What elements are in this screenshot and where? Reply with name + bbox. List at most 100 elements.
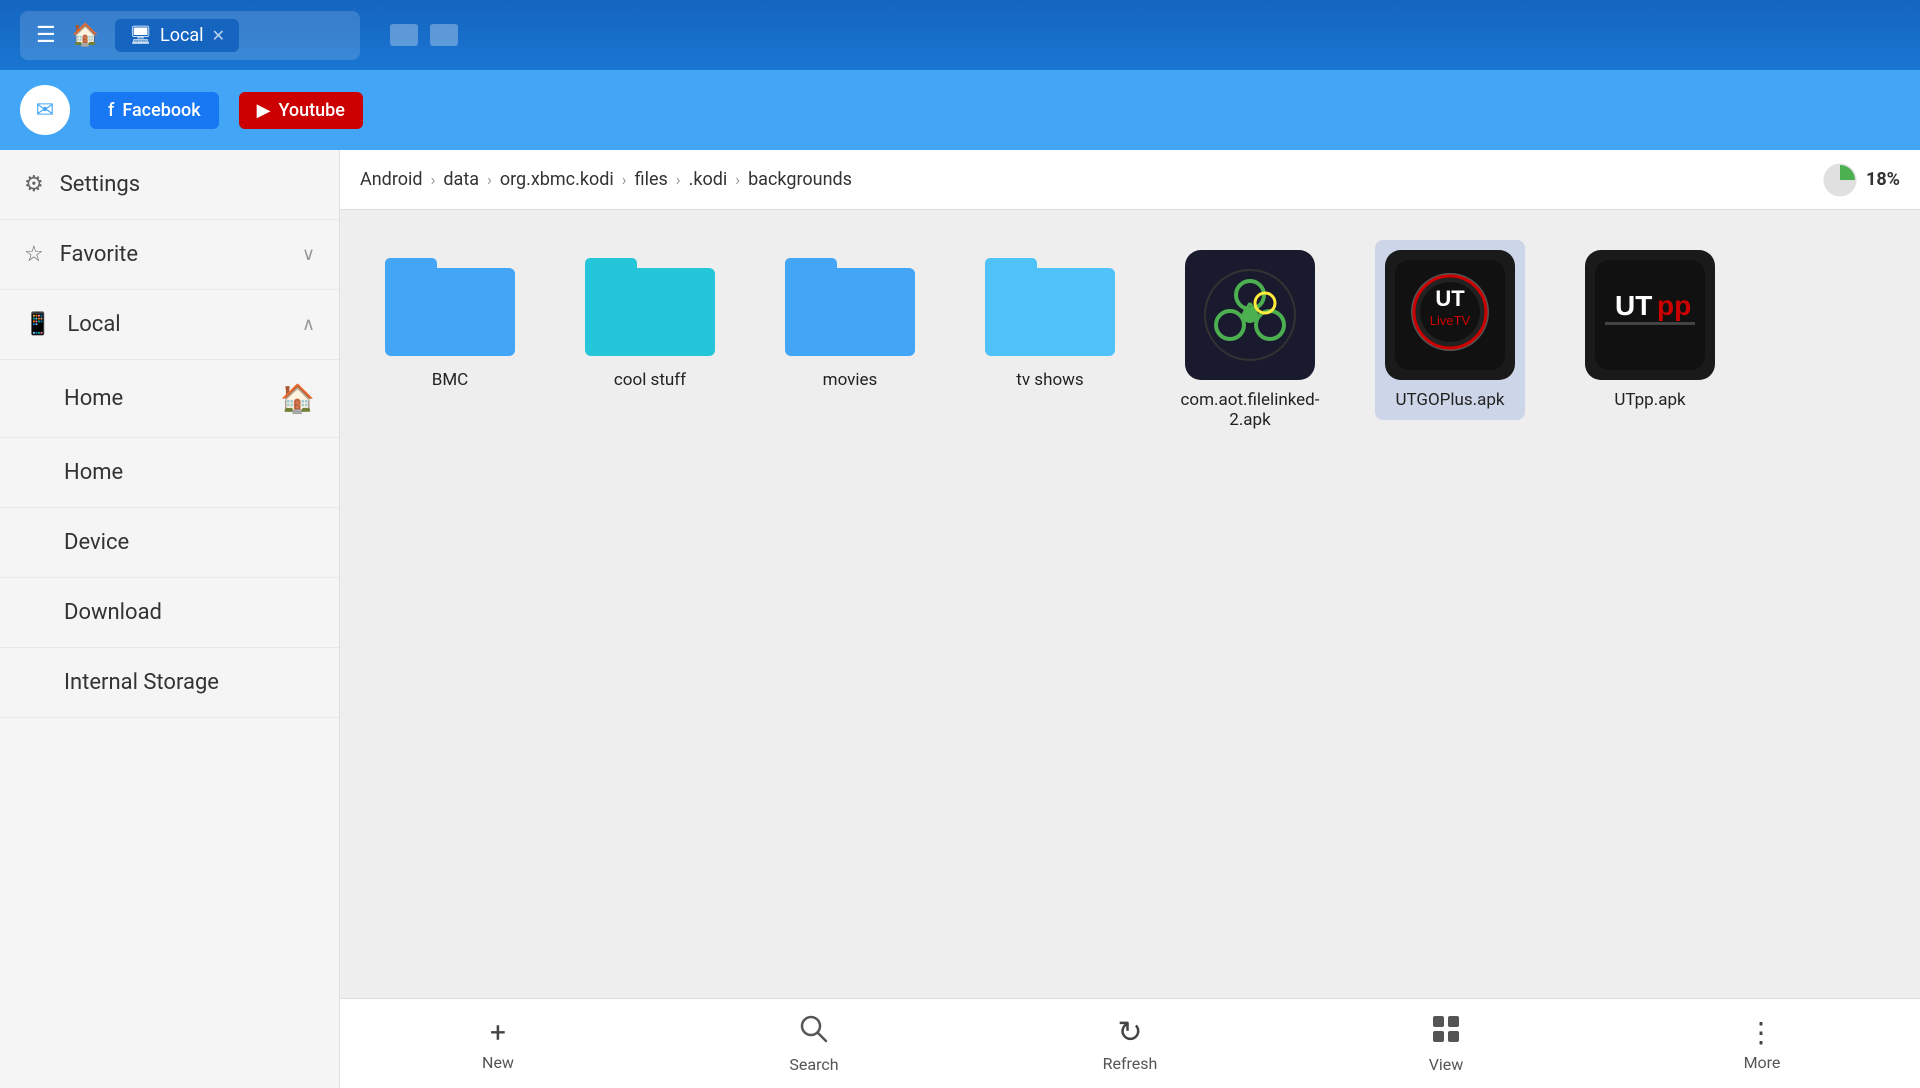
favorite-chevron: ∨	[302, 244, 315, 265]
file-grid: BMC cool stuff	[340, 210, 1920, 998]
file-area: Android › data › org.xbmc.kodi › files ›…	[340, 150, 1920, 1088]
sidebar-item-download[interactable]: Download	[0, 578, 339, 648]
apk-utpp-wrapper: UT pp UTpp.apk	[1575, 240, 1725, 420]
sep1: ›	[431, 170, 436, 189]
sidebar-label-favorite: Favorite	[60, 242, 286, 267]
apk-filelinked-name: com.aot.filelinked-2.apk	[1180, 390, 1320, 430]
folder-tv-shows-wrapper: tv shows	[975, 240, 1125, 400]
folder-cool-stuff-icon	[585, 250, 715, 360]
breadcrumb-android[interactable]: Android	[360, 169, 423, 190]
breadcrumb-files[interactable]: files	[635, 169, 668, 190]
mail-icon[interactable]: ✉	[20, 85, 70, 135]
bottom-toolbar: + New Search ↻ Refresh	[340, 998, 1920, 1088]
apk-filelinked-icon	[1185, 250, 1315, 380]
svg-text:pp: pp	[1657, 290, 1691, 321]
tab-icon: 🖥	[129, 25, 152, 46]
facebook-icon: f	[108, 100, 114, 121]
folder-cool-stuff-wrapper: cool stuff	[575, 240, 725, 400]
toolbar-view-button[interactable]: View	[1386, 1014, 1506, 1074]
sidebar-label-home1: Home	[24, 386, 264, 411]
folder-tv-shows[interactable]: tv shows	[970, 240, 1130, 440]
tab-close-icon[interactable]: ✕	[212, 26, 225, 45]
folder-movies-wrapper: movies	[775, 240, 925, 400]
social-bar: ✉ f Facebook ▶ Youtube	[0, 70, 1920, 150]
favorite-icon: ☆	[24, 242, 44, 267]
sidebar: ⚙ Settings ☆ Favorite ∨ 📱 Local ∧ Home 🏠…	[0, 150, 340, 1088]
folder-movies-name: movies	[823, 370, 878, 390]
main-area: ⚙ Settings ☆ Favorite ∨ 📱 Local ∧ Home 🏠…	[0, 150, 1920, 1088]
storage-indicator: 18%	[1822, 162, 1900, 198]
breadcrumb-dot-kodi[interactable]: .kodi	[689, 169, 728, 190]
svg-text:UT: UT	[1615, 290, 1652, 321]
local-chevron: ∧	[302, 314, 315, 335]
sidebar-label-settings: Settings	[60, 172, 315, 197]
apk-utgoplus-wrapper: UT LiveTV UTGOPlus.apk	[1375, 240, 1525, 420]
sidebar-label-local: Local	[67, 312, 285, 337]
toolbar-refresh-button[interactable]: ↻ Refresh	[1070, 1015, 1190, 1073]
folder-bmc[interactable]: BMC	[370, 240, 530, 440]
sidebar-label-home2: Home	[24, 460, 315, 485]
search-label: Search	[789, 1055, 838, 1074]
facebook-label: Facebook	[122, 100, 200, 121]
new-icon: +	[490, 1016, 506, 1049]
home1-icon: 🏠	[280, 382, 315, 415]
folder-movies[interactable]: movies	[770, 240, 930, 440]
search-icon	[799, 1014, 829, 1051]
sidebar-label-internal: Internal Storage	[24, 670, 315, 695]
apk-utgoplus[interactable]: UT LiveTV UTGOPlus.apk	[1370, 240, 1530, 440]
folder-bmc-name: BMC	[432, 370, 469, 390]
svg-text:UT: UT	[1435, 286, 1465, 311]
refresh-icon: ↻	[1117, 1015, 1142, 1050]
sidebar-label-download: Download	[24, 600, 315, 625]
sidebar-item-favorite[interactable]: ☆ Favorite ∨	[0, 220, 339, 290]
local-tab[interactable]: 🖥 Local ✕	[115, 19, 239, 52]
apk-filelinked[interactable]: com.aot.filelinked-2.apk	[1170, 240, 1330, 440]
new-label: New	[482, 1053, 514, 1072]
youtube-label: Youtube	[279, 100, 345, 121]
top-bar-left: ☰ 🏠 🖥 Local ✕	[20, 11, 360, 60]
home-icon[interactable]: 🏠	[72, 23, 99, 48]
sidebar-item-device[interactable]: Device	[0, 508, 339, 578]
top-icon-1	[390, 24, 418, 46]
apk-utpp-name: UTpp.apk	[1614, 390, 1685, 410]
top-icon-2	[430, 24, 458, 46]
top-bar: ☰ 🏠 🖥 Local ✕	[0, 0, 1920, 70]
settings-icon: ⚙	[24, 172, 44, 197]
breadcrumb-data[interactable]: data	[443, 169, 479, 190]
folder-cool-stuff-name: cool stuff	[614, 370, 686, 390]
folder-tv-shows-name: tv shows	[1016, 370, 1083, 390]
apk-utgo-icon: UT LiveTV	[1385, 250, 1515, 380]
apk-utpp-icon: UT pp	[1585, 250, 1715, 380]
sidebar-item-home1[interactable]: Home 🏠	[0, 360, 339, 438]
breadcrumb-backgrounds[interactable]: backgrounds	[748, 169, 852, 190]
youtube-button[interactable]: ▶ Youtube	[239, 92, 363, 129]
folder-tv-shows-icon	[985, 250, 1115, 360]
hamburger-icon[interactable]: ☰	[36, 23, 56, 48]
facebook-button[interactable]: f Facebook	[90, 92, 219, 129]
sep4: ›	[676, 170, 681, 189]
sidebar-item-local[interactable]: 📱 Local ∧	[0, 290, 339, 360]
apk-utpp[interactable]: UT pp UTpp.apk	[1570, 240, 1730, 440]
view-icon	[1431, 1014, 1461, 1051]
sep5: ›	[735, 170, 740, 189]
sep2: ›	[487, 170, 492, 189]
sidebar-item-internal-storage[interactable]: Internal Storage	[0, 648, 339, 718]
folder-movies-icon	[785, 250, 915, 360]
view-label: View	[1429, 1055, 1464, 1074]
folder-cool-stuff[interactable]: cool stuff	[570, 240, 730, 440]
folder-bmc-icon	[385, 250, 515, 360]
apk-utgoplus-name: UTGOPlus.apk	[1395, 390, 1504, 410]
storage-percent: 18%	[1866, 169, 1900, 190]
sep3: ›	[622, 170, 627, 189]
sidebar-label-device: Device	[24, 530, 315, 555]
toolbar-search-button[interactable]: Search	[754, 1014, 874, 1074]
sidebar-item-settings[interactable]: ⚙ Settings	[0, 150, 339, 220]
toolbar-more-button[interactable]: ⋮ More	[1702, 1016, 1822, 1072]
tab-label: Local	[160, 25, 204, 46]
storage-pie-icon	[1822, 162, 1858, 198]
local-icon: 📱	[24, 312, 51, 337]
sidebar-item-home2[interactable]: Home	[0, 438, 339, 508]
toolbar-new-button[interactable]: + New	[438, 1016, 558, 1072]
breadcrumb-kodi[interactable]: org.xbmc.kodi	[500, 169, 614, 190]
youtube-icon: ▶	[257, 100, 271, 121]
